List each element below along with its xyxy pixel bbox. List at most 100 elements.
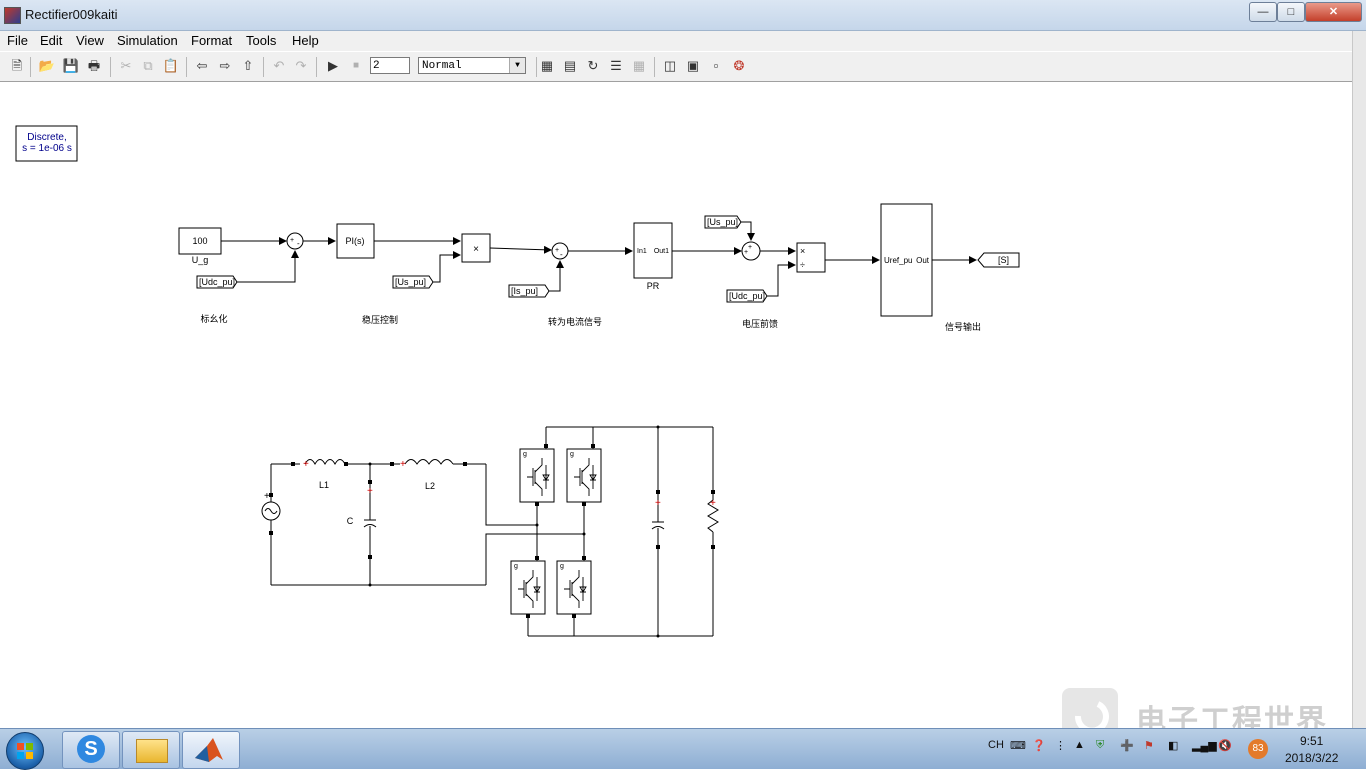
- caption-normalization: 标幺化: [200, 313, 227, 324]
- save-icon[interactable]: 💾: [62, 57, 80, 75]
- inductor-l1[interactable]: [304, 459, 346, 466]
- sum3-plus-left: +: [744, 249, 748, 256]
- build-model-icon[interactable]: ▦: [538, 57, 556, 75]
- igbt-gate-label: g: [560, 563, 564, 570]
- tag-us-1: [Us_pu]: [395, 277, 426, 287]
- taskbar-matlab-app[interactable]: [182, 731, 240, 769]
- menu-view[interactable]: View: [76, 33, 104, 48]
- caption-voltage-control: 稳压控制: [362, 314, 398, 325]
- divide-div: ÷: [800, 260, 805, 270]
- cut-icon[interactable]: ✂: [117, 57, 135, 75]
- vertical-scrollbar[interactable]: [1352, 31, 1366, 728]
- toolbar-separator: [110, 57, 111, 77]
- svg-text:+: +: [710, 498, 716, 509]
- caption-voltage-feedforward: 电压前馈: [742, 318, 778, 329]
- start-button[interactable]: [6, 732, 44, 770]
- menu-help[interactable]: Help: [292, 33, 319, 48]
- back-arrow-icon[interactable]: ⇦: [193, 57, 211, 75]
- divide-times: ×: [800, 246, 805, 256]
- menu-bar: File Edit View Simulation Format Tools H…: [0, 31, 1352, 51]
- network-signal-icon[interactable]: ▂▄▆: [1192, 739, 1217, 752]
- stop-time-input[interactable]: 2: [370, 57, 410, 74]
- menu-tools[interactable]: Tools: [246, 33, 276, 48]
- model-explorer-icon[interactable]: ▣: [684, 57, 702, 75]
- minimize-button[interactable]: —: [1249, 2, 1277, 22]
- toolbar-separator: [263, 57, 264, 77]
- sum2-plus: +: [555, 247, 559, 254]
- debugger-icon[interactable]: ❂: [730, 57, 748, 75]
- inductor-l2[interactable]: [404, 459, 454, 465]
- usb-device-icon[interactable]: ◧: [1168, 739, 1178, 752]
- folder-icon: [136, 739, 168, 763]
- flag-icon[interactable]: ⚑: [1144, 739, 1154, 752]
- shield-icon[interactable]: ⛨: [1096, 739, 1104, 752]
- sum1-minus: -: [297, 239, 300, 248]
- toolbar-separator: [654, 57, 655, 77]
- library-browser-icon[interactable]: ◫: [661, 57, 679, 75]
- library-stack-icon[interactable]: ☰: [607, 57, 625, 75]
- volume-muted-icon[interactable]: 🔇: [1218, 739, 1232, 752]
- tag-udc-1: [Udc_pu]: [199, 277, 235, 287]
- toolbar-separator: [186, 57, 187, 77]
- chevron-down-icon[interactable]: ▼: [509, 58, 525, 73]
- keyboard-icon[interactable]: ⌨: [1010, 739, 1026, 752]
- open-folder-icon[interactable]: 📂: [38, 57, 56, 75]
- matlab-icon: [195, 738, 223, 762]
- notification-badge[interactable]: 83: [1248, 739, 1268, 759]
- toolbar-separator: [316, 57, 317, 77]
- print-icon[interactable]: 🖶: [85, 57, 103, 75]
- paste-icon[interactable]: 📋: [162, 57, 180, 75]
- undo-icon[interactable]: ↶: [270, 57, 288, 75]
- label-c: C: [347, 516, 354, 526]
- menu-file[interactable]: File: [7, 33, 28, 48]
- redo-icon[interactable]: ↷: [292, 57, 310, 75]
- menu-edit[interactable]: Edit: [40, 33, 62, 48]
- new-model-icon[interactable]: 🗎: [8, 57, 26, 75]
- copy-icon[interactable]: ⧉: [139, 57, 157, 75]
- sum3-plus-top: +: [748, 244, 752, 251]
- igbt-gate-label: g: [514, 563, 518, 570]
- forward-arrow-icon[interactable]: ⇨: [216, 57, 234, 75]
- model-browser-icon[interactable]: ▫: [707, 57, 725, 75]
- simulation-mode-select[interactable]: Normal ▼: [418, 57, 526, 74]
- start-simulation-icon[interactable]: ▶: [324, 57, 342, 75]
- caption-current-signal: 转为电流信号: [548, 316, 602, 327]
- clock-time[interactable]: 9:51: [1300, 734, 1323, 748]
- show-hidden-icons-chevron-up-icon[interactable]: ▲: [1074, 739, 1085, 751]
- taskbar-sogou-app[interactable]: S: [62, 731, 120, 769]
- toolbar-separator: [30, 57, 31, 77]
- toolbar-separator: [536, 57, 537, 77]
- taskbar-explorer-app[interactable]: [122, 731, 180, 769]
- igbt-gate-label: g: [570, 451, 574, 458]
- model-diagram: Discrete, s = 1e-06 s 100 U_g + - [Udc_p…: [15, 125, 1020, 638]
- tag-us-2: [Us_pu]: [707, 217, 738, 227]
- help-icon[interactable]: ❓: [1032, 739, 1046, 752]
- constant-value: 100: [192, 236, 207, 246]
- windows-logo-icon: [17, 743, 33, 759]
- tag-s: [S]: [998, 255, 1009, 265]
- maximize-button[interactable]: □: [1277, 2, 1305, 22]
- constant-label: U_g: [192, 255, 209, 265]
- menu-format[interactable]: Format: [191, 33, 232, 48]
- clock-date[interactable]: 2018/3/22: [1285, 751, 1338, 765]
- stop-simulation-icon[interactable]: ■: [347, 57, 365, 75]
- taskbar: S CH ⌨ ❓ ⋮ ▲ ⛨ ➕ ⚑ ◧ ▂▄▆ 🔇 83 9:51 2018/…: [0, 728, 1366, 770]
- tray-settings-icon[interactable]: ⋮: [1055, 739, 1066, 752]
- pr-in: In1: [637, 248, 647, 255]
- label-l2: L2: [425, 481, 435, 491]
- model-canvas[interactable]: Discrete, s = 1e-06 s 100 U_g + - [Udc_p…: [0, 82, 1352, 728]
- window-title: Rectifier009kaiti: [25, 7, 118, 22]
- up-arrow-icon[interactable]: ⇧: [239, 57, 257, 75]
- menu-simulation[interactable]: Simulation: [117, 33, 178, 48]
- update-diagram-icon[interactable]: ▤: [561, 57, 579, 75]
- plus-circle-icon[interactable]: ➕: [1120, 739, 1134, 752]
- close-button[interactable]: ✕: [1305, 2, 1362, 22]
- grid-icon[interactable]: ▦: [630, 57, 648, 75]
- igbt-gate-label: g: [523, 451, 527, 458]
- tag-udc-2: [Udc_pu]: [729, 291, 765, 301]
- caption-signal-output: 信号输出: [945, 321, 981, 332]
- input-language[interactable]: CH: [988, 739, 1004, 751]
- refresh-icon[interactable]: ↻: [584, 57, 602, 75]
- svg-text:+: +: [367, 486, 373, 497]
- pr-out: Out1: [654, 248, 669, 255]
